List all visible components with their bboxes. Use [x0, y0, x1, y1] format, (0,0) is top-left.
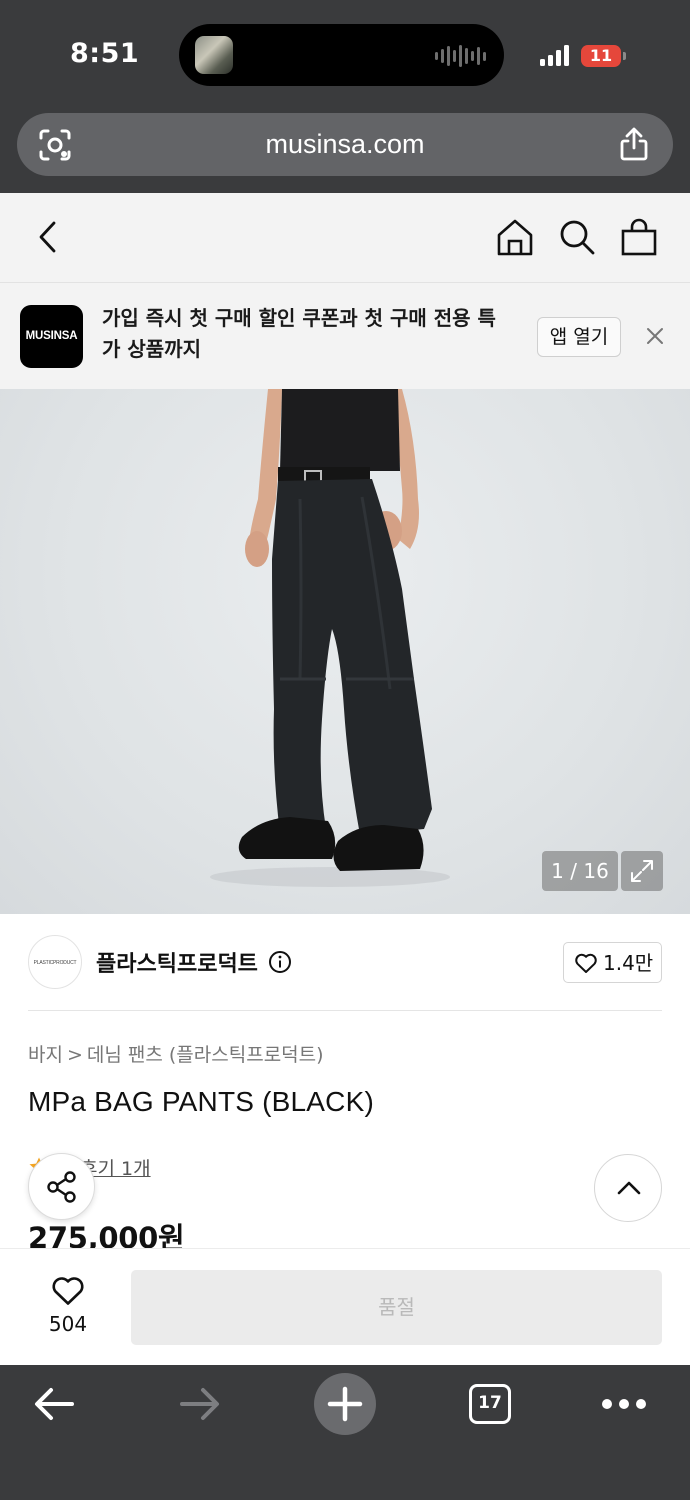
home-icon[interactable]: [495, 217, 535, 257]
search-icon[interactable]: [557, 217, 597, 257]
share-icon[interactable]: [617, 126, 651, 162]
brand-like-button[interactable]: 1.4만: [563, 942, 662, 983]
breadcrumb-subcategory[interactable]: 데님 팬츠 (플라스틱프로덕트): [87, 1044, 324, 1066]
audio-waveform-icon: [435, 44, 486, 68]
wishlist-button[interactable]: 504: [28, 1272, 108, 1342]
cellular-signal-icon: [540, 44, 569, 66]
chevron-up-icon: [617, 1181, 641, 1195]
fullscreen-button[interactable]: [621, 851, 663, 891]
back-arrow-icon[interactable]: [32, 1385, 76, 1423]
more-options-icon[interactable]: [602, 1399, 646, 1409]
breadcrumb: 바지 > 데님 팬츠 (플라스틱프로덕트): [28, 1040, 324, 1067]
forward-arrow-icon[interactable]: [178, 1385, 222, 1423]
now-playing-thumbnail: [195, 36, 233, 74]
url-text[interactable]: musinsa.com: [17, 113, 673, 176]
tabs-button[interactable]: 17: [469, 1384, 511, 1424]
heart-icon: [575, 953, 597, 973]
plus-icon: [327, 1386, 363, 1422]
close-icon[interactable]: [645, 326, 665, 346]
breadcrumb-separator: >: [66, 1044, 83, 1066]
share-button[interactable]: [28, 1153, 95, 1220]
address-bar[interactable]: musinsa.com: [17, 113, 673, 176]
model-wearing-pants-illustration: [210, 389, 450, 887]
open-app-button[interactable]: 앱 열기: [537, 317, 621, 357]
back-chevron-icon[interactable]: [28, 217, 68, 257]
product-photo[interactable]: [0, 389, 690, 914]
breadcrumb-category[interactable]: 바지: [28, 1044, 63, 1066]
brand-like-count: 1.4만: [603, 951, 654, 975]
divider: [28, 1010, 662, 1011]
shopping-bag-icon[interactable]: [619, 217, 659, 257]
image-counter: 1 / 16: [542, 851, 618, 891]
site-header: [0, 193, 690, 283]
sold-out-button[interactable]: 품절: [131, 1270, 662, 1345]
musinsa-app-logo: MUSINSA: [20, 305, 83, 368]
brand-name[interactable]: 플라스틱프로덕트: [96, 946, 258, 978]
app-install-banner: MUSINSA 가입 즉시 첫 구매 할인 쿠폰과 첫 구매 전용 특가 상품까…: [0, 283, 690, 389]
scroll-to-top-button[interactable]: [594, 1154, 662, 1222]
battery-tip: [623, 52, 626, 60]
share-nodes-icon: [47, 1171, 76, 1203]
browser-top-chrome: 8:51 11 musinsa.com: [0, 0, 690, 193]
product-title: MPa BAG PANTS (BLACK): [28, 1086, 374, 1117]
banner-message: 가입 즉시 첫 구매 할인 쿠폰과 첫 구매 전용 특가 상품까지: [102, 306, 496, 361]
brand-logo[interactable]: PLASTICPRODUCT: [28, 935, 82, 989]
battery-indicator: 11: [581, 45, 621, 67]
dynamic-island: [179, 24, 504, 86]
expand-icon: [631, 860, 653, 882]
new-tab-button[interactable]: [314, 1373, 376, 1435]
wishlist-count: 504: [48, 1312, 88, 1336]
heart-icon: [52, 1277, 84, 1305]
status-time: 8:51: [70, 38, 140, 69]
info-icon[interactable]: [268, 950, 292, 974]
